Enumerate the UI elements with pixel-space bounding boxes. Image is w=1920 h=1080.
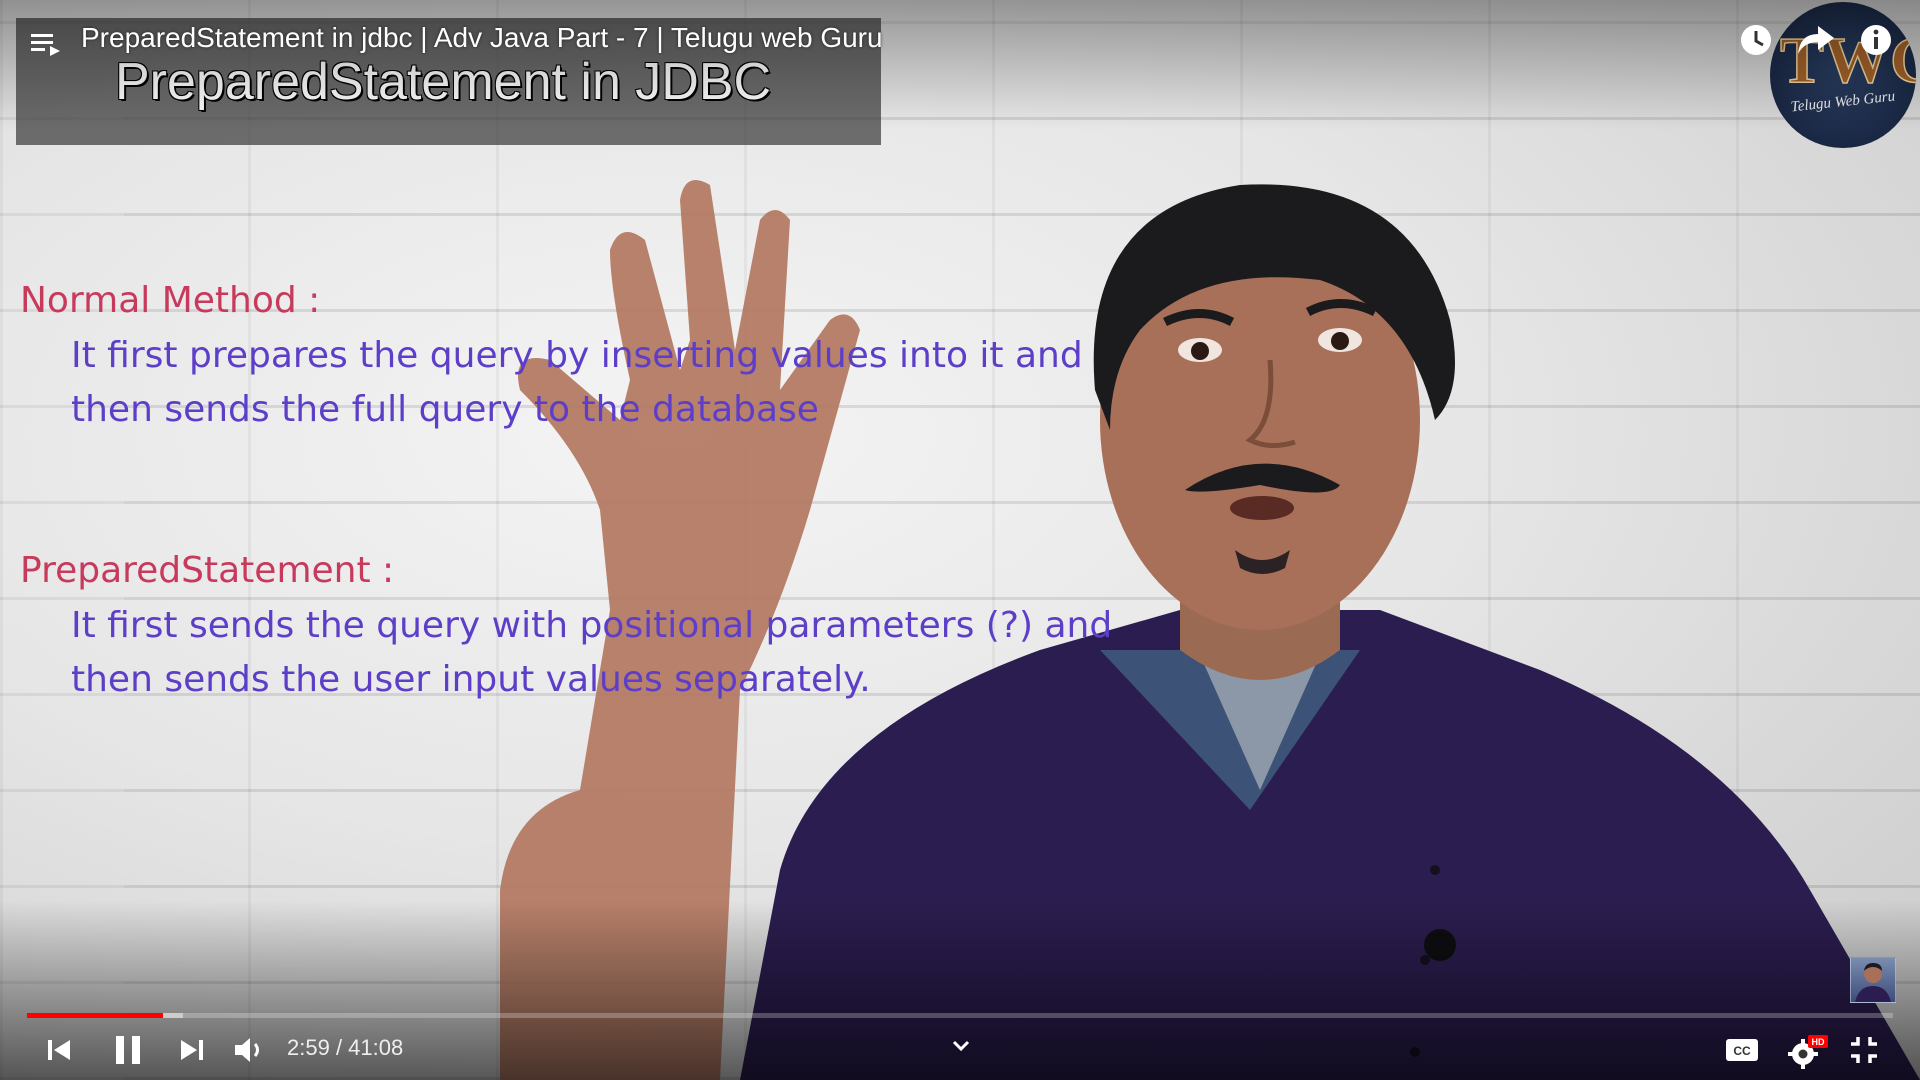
gear-icon[interactable]: HD <box>1786 1033 1830 1076</box>
progress-bar[interactable] <box>27 1013 1893 1018</box>
channel-logo-graphic: TWG <box>1779 23 1916 98</box>
clock-icon[interactable] <box>1738 22 1774 58</box>
chevron-down-icon[interactable] <box>946 1034 976 1063</box>
normal-method-line-1: It first prepares the query by inserting… <box>71 335 1083 376</box>
presenter-figure <box>500 180 1920 1080</box>
video-player[interactable]: PreparedStatement in JDBC Normal Method … <box>0 0 1920 1080</box>
video-banner-title: PreparedStatement in JDBC <box>115 53 772 111</box>
video-frame[interactable]: PreparedStatement in JDBC Normal Method … <box>0 0 1920 1080</box>
player-video-title[interactable]: PreparedStatement in jdbc | Adv Java Par… <box>81 22 883 54</box>
time-separator: / <box>329 1035 349 1060</box>
prepared-statement-line-1: It first sends the query with positional… <box>71 605 1113 646</box>
normal-method-heading: Normal Method : <box>20 280 321 321</box>
time-display: 2:59 / 41:08 <box>287 1035 403 1061</box>
cc-icon[interactable]: CC <box>1724 1036 1760 1069</box>
skip-next-icon[interactable] <box>175 1034 207 1071</box>
skip-previous-icon[interactable] <box>44 1034 76 1071</box>
share-arrow-icon[interactable] <box>1796 22 1836 58</box>
progress-played <box>27 1013 163 1018</box>
volume-icon[interactable] <box>232 1033 268 1072</box>
exit-fullscreen-icon[interactable] <box>1848 1034 1880 1071</box>
hd-badge-text: HD <box>1812 1037 1825 1047</box>
normal-method-line-2: then sends the full query to the databas… <box>71 389 819 430</box>
prepared-statement-line-2: then sends the user input values separat… <box>71 659 871 700</box>
prepared-statement-heading: PreparedStatement : <box>20 550 395 591</box>
time-duration: 41:08 <box>348 1035 404 1060</box>
pause-icon[interactable] <box>110 1032 146 1073</box>
svg-text:CC: CC <box>1733 1044 1751 1058</box>
info-icon[interactable] <box>1858 22 1894 58</box>
playlist-icon[interactable] <box>28 26 64 62</box>
presenter-thumbnail[interactable] <box>1850 957 1896 1003</box>
channel-logo[interactable]: TWG Telugu Web Guru <box>1770 2 1916 148</box>
time-current: 2:59 <box>287 1035 330 1060</box>
